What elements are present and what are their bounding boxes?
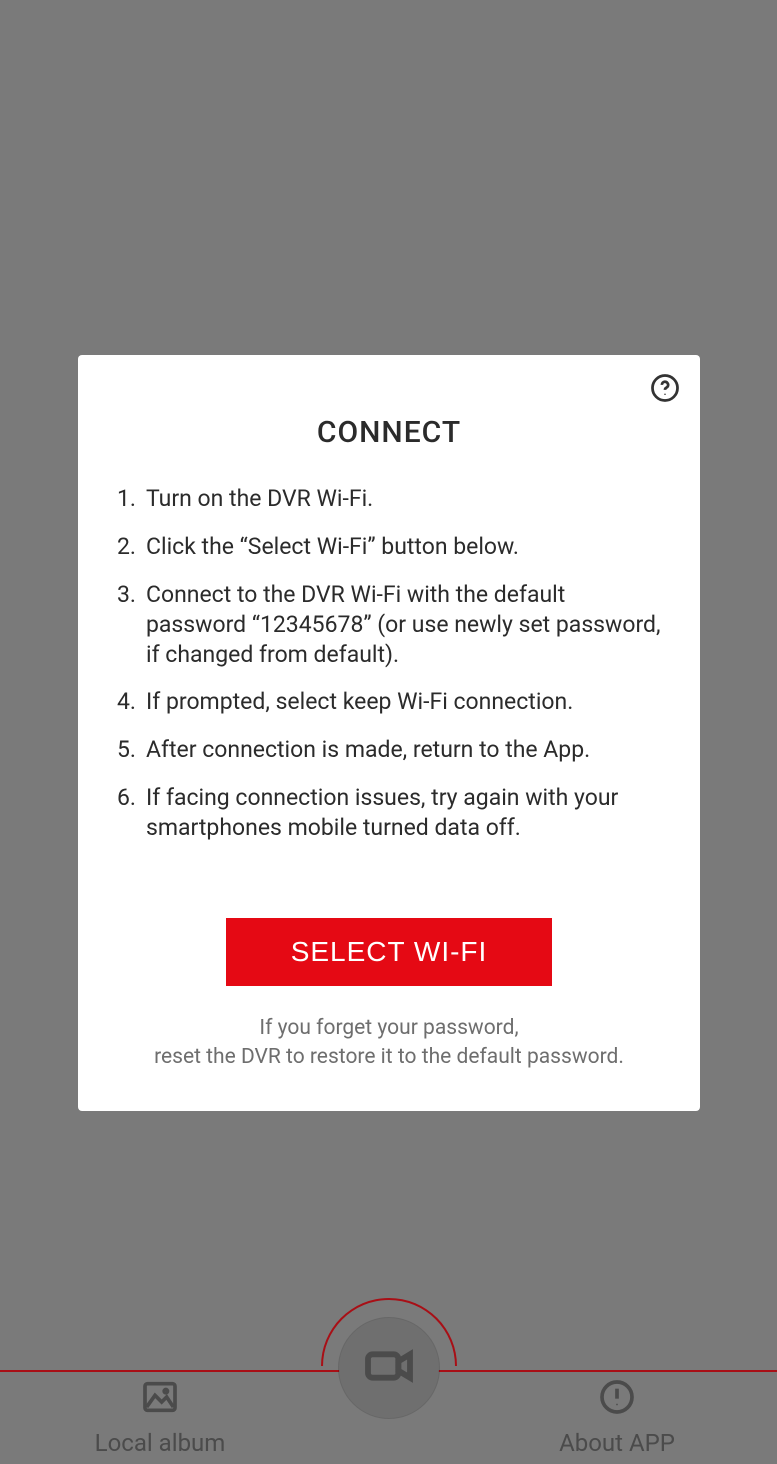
app-screen: Local album About APP CONNECT 1. Turn on …	[0, 0, 777, 1464]
step-text: Click the “Select Wi-Fi” button below.	[146, 532, 670, 562]
step-num: 2.	[108, 532, 136, 562]
modal-title: CONNECT	[108, 415, 670, 450]
step-num: 1.	[108, 484, 136, 514]
footer-note: If you forget your password, reset the D…	[108, 1014, 670, 1071]
step-num: 3.	[108, 580, 136, 670]
footer-line2: reset the DVR to restore it to the defau…	[108, 1043, 670, 1071]
step-num: 6.	[108, 783, 136, 843]
nav-label-about-app: About APP	[559, 1429, 675, 1457]
step-text: If facing connection issues, try again w…	[146, 783, 670, 843]
step-item: 2. Click the “Select Wi-Fi” button below.	[108, 532, 670, 562]
step-text: Turn on the DVR Wi-Fi.	[146, 484, 670, 514]
connect-modal: CONNECT 1. Turn on the DVR Wi-Fi. 2. Click…	[78, 355, 700, 1111]
step-num: 4.	[108, 687, 136, 717]
step-text: If prompted, select keep Wi-Fi connectio…	[146, 687, 670, 717]
nav-about-app[interactable]: About APP	[517, 1377, 717, 1457]
center-record-wrap	[329, 1308, 449, 1428]
step-item: 6.If facing connection issues, try again…	[108, 783, 670, 843]
step-item: 1. Turn on the DVR Wi-Fi.	[108, 484, 670, 514]
center-arc	[321, 1298, 457, 1366]
select-wifi-button[interactable]: SELECT WI-FI	[226, 918, 552, 986]
step-item: 5. After connection is made, return to th…	[108, 735, 670, 765]
step-text: Connect to the DVR Wi-Fi with the defaul…	[146, 580, 670, 670]
image-icon	[140, 1377, 180, 1423]
step-text: After connection is made, return to the …	[146, 735, 670, 765]
help-button[interactable]	[648, 373, 682, 407]
steps-list: 1. Turn on the DVR Wi-Fi. 2. Click the “Se…	[108, 484, 670, 861]
step-item: 4. If prompted, select keep Wi-Fi connect…	[108, 687, 670, 717]
nav-local-album[interactable]: Local album	[60, 1377, 260, 1457]
nav-label-local-album: Local album	[95, 1429, 226, 1457]
info-icon	[597, 1377, 637, 1423]
step-item: 3.Connect to the DVR Wi-Fi with the defa…	[108, 580, 670, 670]
footer-line1: If you forget your password,	[108, 1014, 670, 1042]
question-circle-icon	[650, 373, 680, 407]
step-num: 5.	[108, 735, 136, 765]
